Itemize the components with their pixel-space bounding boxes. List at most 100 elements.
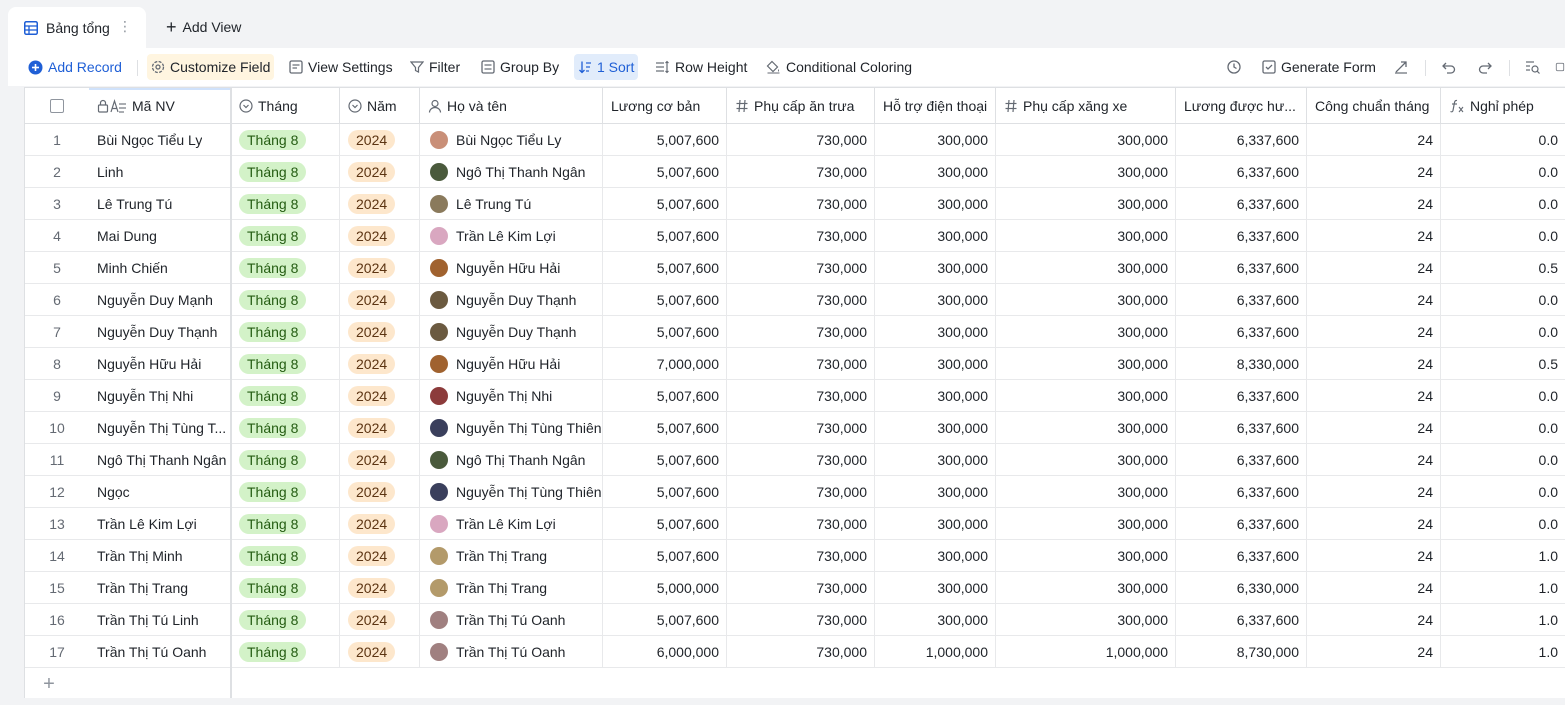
table-row[interactable]: 11 Ngô Thị Thanh Ngân Tháng 8 2024 Ngô Thị T… — [25, 444, 1565, 476]
cell-luong-duoc-huong[interactable]: 6,337,600 — [1176, 252, 1307, 284]
cell-ma-nv[interactable]: Minh Chiến — [89, 252, 230, 284]
cell-nam[interactable]: 2024 — [340, 476, 420, 508]
cell-luong-duoc-huong[interactable]: 6,337,600 — [1176, 412, 1307, 444]
cell-ho-ten[interactable]: Ngô Thị Thanh Ngân — [420, 444, 603, 476]
cell-cong-chuan[interactable]: 24 — [1307, 252, 1441, 284]
table-row[interactable]: 17 Trần Thị Tú Oanh Tháng 8 2024 Trần Thị Tú… — [25, 636, 1565, 668]
cell-luong-co-ban[interactable]: 5,007,600 — [603, 284, 727, 316]
cell-luong-duoc-huong[interactable]: 6,337,600 — [1176, 444, 1307, 476]
cell-nam[interactable]: 2024 — [340, 444, 420, 476]
cell-luong-co-ban[interactable]: 5,007,600 — [603, 508, 727, 540]
cell-nghi-phep[interactable]: 0.0 — [1441, 508, 1565, 540]
cell-thang[interactable]: Tháng 8 — [231, 316, 340, 348]
search-icon[interactable] — [1523, 57, 1543, 77]
cell-nam[interactable]: 2024 — [340, 188, 420, 220]
cell-cong-chuan[interactable]: 24 — [1307, 156, 1441, 188]
cell-cong-chuan[interactable]: 24 — [1307, 476, 1441, 508]
table-row[interactable]: 7 Nguyễn Duy Thạnh Tháng 8 2024 Nguyễn Duy T… — [25, 316, 1565, 348]
cell-ho-tro-dt[interactable]: 1,000,000 — [875, 636, 996, 668]
table-row[interactable]: 5 Minh Chiến Tháng 8 2024 Nguyễn Hữu Hải 5,00… — [25, 252, 1565, 284]
cell-nam[interactable]: 2024 — [340, 252, 420, 284]
cell-thang[interactable]: Tháng 8 — [231, 444, 340, 476]
cell-ho-ten[interactable]: Trần Thị Trang — [420, 540, 603, 572]
cell-luong-duoc-huong[interactable]: 6,337,600 — [1176, 284, 1307, 316]
cell-ma-nv[interactable]: Trần Thị Minh — [89, 540, 230, 572]
cell-luong-duoc-huong[interactable]: 6,337,600 — [1176, 604, 1307, 636]
table-row[interactable]: 12 Ngọc Tháng 8 2024 Nguyễn Thị Tùng Thiên 5,… — [25, 476, 1565, 508]
add-record-button[interactable]: Add Record — [24, 54, 126, 80]
cell-ho-tro-dt[interactable]: 300,000 — [875, 124, 996, 156]
cell-ho-ten[interactable]: Ngô Thị Thanh Ngân — [420, 156, 603, 188]
cell-luong-duoc-huong[interactable]: 8,730,000 — [1176, 636, 1307, 668]
select-all-checkbox[interactable] — [25, 88, 89, 124]
cell-phu-cap-xang[interactable]: 300,000 — [996, 476, 1176, 508]
cell-ho-tro-dt[interactable]: 300,000 — [875, 412, 996, 444]
cell-ho-tro-dt[interactable]: 300,000 — [875, 476, 996, 508]
cell-luong-duoc-huong[interactable]: 6,337,600 — [1176, 540, 1307, 572]
cell-luong-co-ban[interactable]: 5,007,600 — [603, 604, 727, 636]
cell-thang[interactable]: Tháng 8 — [231, 188, 340, 220]
table-row[interactable]: 13 Trần Lê Kim Lợi Tháng 8 2024 Trần Lê Kim … — [25, 508, 1565, 540]
cell-nam[interactable]: 2024 — [340, 348, 420, 380]
cell-luong-duoc-huong[interactable]: 6,337,600 — [1176, 316, 1307, 348]
cell-nghi-phep[interactable]: 0.0 — [1441, 444, 1565, 476]
cell-phu-cap-xang[interactable]: 300,000 — [996, 508, 1176, 540]
cell-nam[interactable]: 2024 — [340, 604, 420, 636]
cell-nghi-phep[interactable]: 0.5 — [1441, 252, 1565, 284]
cell-phu-cap-xang[interactable]: 1,000,000 — [996, 636, 1176, 668]
cell-ho-tro-dt[interactable]: 300,000 — [875, 380, 996, 412]
redo-icon[interactable] — [1475, 57, 1495, 77]
cell-phu-cap-xang[interactable]: 300,000 — [996, 188, 1176, 220]
table-row[interactable]: 8 Nguyễn Hữu Hải Tháng 8 2024 Nguyễn Hữu Hải… — [25, 348, 1565, 380]
cell-ma-nv[interactable]: Nguyễn Duy Mạnh — [89, 284, 230, 316]
table-row[interactable]: 10 Nguyễn Thị Tùng T... Tháng 8 2024 Nguyễn … — [25, 412, 1565, 444]
column-header-ma-nv[interactable]: Mã NV — [89, 88, 230, 124]
cell-ho-ten[interactable]: Nguyễn Hữu Hải — [420, 252, 603, 284]
cell-nam[interactable]: 2024 — [340, 220, 420, 252]
cell-phu-cap-xang[interactable]: 300,000 — [996, 412, 1176, 444]
cell-luong-duoc-huong[interactable]: 6,337,600 — [1176, 156, 1307, 188]
cell-luong-co-ban[interactable]: 5,007,600 — [603, 540, 727, 572]
cell-cong-chuan[interactable]: 24 — [1307, 636, 1441, 668]
row-height-button[interactable]: Row Height — [651, 54, 751, 80]
cell-nghi-phep[interactable]: 0.0 — [1441, 220, 1565, 252]
table-row[interactable]: 4 Mai Dung Tháng 8 2024 Trần Lê Kim Lợi 5,007… — [25, 220, 1565, 252]
cell-phu-cap-xang[interactable]: 300,000 — [996, 572, 1176, 604]
cell-luong-duoc-huong[interactable]: 6,337,600 — [1176, 220, 1307, 252]
cell-ma-nv[interactable]: Bùi Ngọc Tiểu Ly — [89, 124, 230, 156]
add-view-button[interactable]: + Add View — [166, 16, 241, 38]
table-row[interactable]: 16 Trần Thị Tú Linh Tháng 8 2024 Trần Thị Tú… — [25, 604, 1565, 636]
cell-ho-ten[interactable]: Nguyễn Duy Thạnh — [420, 284, 603, 316]
cell-nam[interactable]: 2024 — [340, 540, 420, 572]
cell-nghi-phep[interactable]: 0.0 — [1441, 412, 1565, 444]
table-row[interactable]: 6 Nguyễn Duy Mạnh Tháng 8 2024 Nguyễn Duy Th… — [25, 284, 1565, 316]
cell-phu-cap-an[interactable]: 730,000 — [727, 284, 875, 316]
cell-ma-nv[interactable]: Ngô Thị Thanh Ngân — [89, 444, 230, 476]
cell-thang[interactable]: Tháng 8 — [231, 124, 340, 156]
table-row[interactable]: 15 Trần Thị Trang Tháng 8 2024 Trần Thị Tran… — [25, 572, 1565, 604]
cell-ho-tro-dt[interactable]: 300,000 — [875, 572, 996, 604]
cell-cong-chuan[interactable]: 24 — [1307, 444, 1441, 476]
cell-ma-nv[interactable]: Ngọc — [89, 476, 230, 508]
cell-ho-ten[interactable]: Trần Thị Tú Oanh — [420, 636, 603, 668]
cell-phu-cap-xang[interactable]: 300,000 — [996, 348, 1176, 380]
cell-luong-co-ban[interactable]: 5,007,600 — [603, 156, 727, 188]
cell-phu-cap-an[interactable]: 730,000 — [727, 476, 875, 508]
cell-nghi-phep[interactable]: 0.0 — [1441, 316, 1565, 348]
cell-cong-chuan[interactable]: 24 — [1307, 188, 1441, 220]
cell-phu-cap-xang[interactable]: 300,000 — [996, 124, 1176, 156]
cell-ho-ten[interactable]: Nguyễn Hữu Hải — [420, 348, 603, 380]
cell-nam[interactable]: 2024 — [340, 508, 420, 540]
cell-luong-duoc-huong[interactable]: 6,337,600 — [1176, 476, 1307, 508]
cell-luong-co-ban[interactable]: 5,007,600 — [603, 380, 727, 412]
cell-ho-tro-dt[interactable]: 300,000 — [875, 188, 996, 220]
frozen-column-divider[interactable] — [230, 88, 232, 698]
cell-ma-nv[interactable]: Trần Thị Tú Linh — [89, 604, 230, 636]
cell-thang[interactable]: Tháng 8 — [231, 220, 340, 252]
cell-cong-chuan[interactable]: 24 — [1307, 572, 1441, 604]
cell-nam[interactable]: 2024 — [340, 316, 420, 348]
cell-ma-nv[interactable]: Trần Thị Tú Oanh — [89, 636, 230, 668]
cell-luong-co-ban[interactable]: 7,000,000 — [603, 348, 727, 380]
cell-phu-cap-an[interactable]: 730,000 — [727, 444, 875, 476]
cell-ho-tro-dt[interactable]: 300,000 — [875, 252, 996, 284]
